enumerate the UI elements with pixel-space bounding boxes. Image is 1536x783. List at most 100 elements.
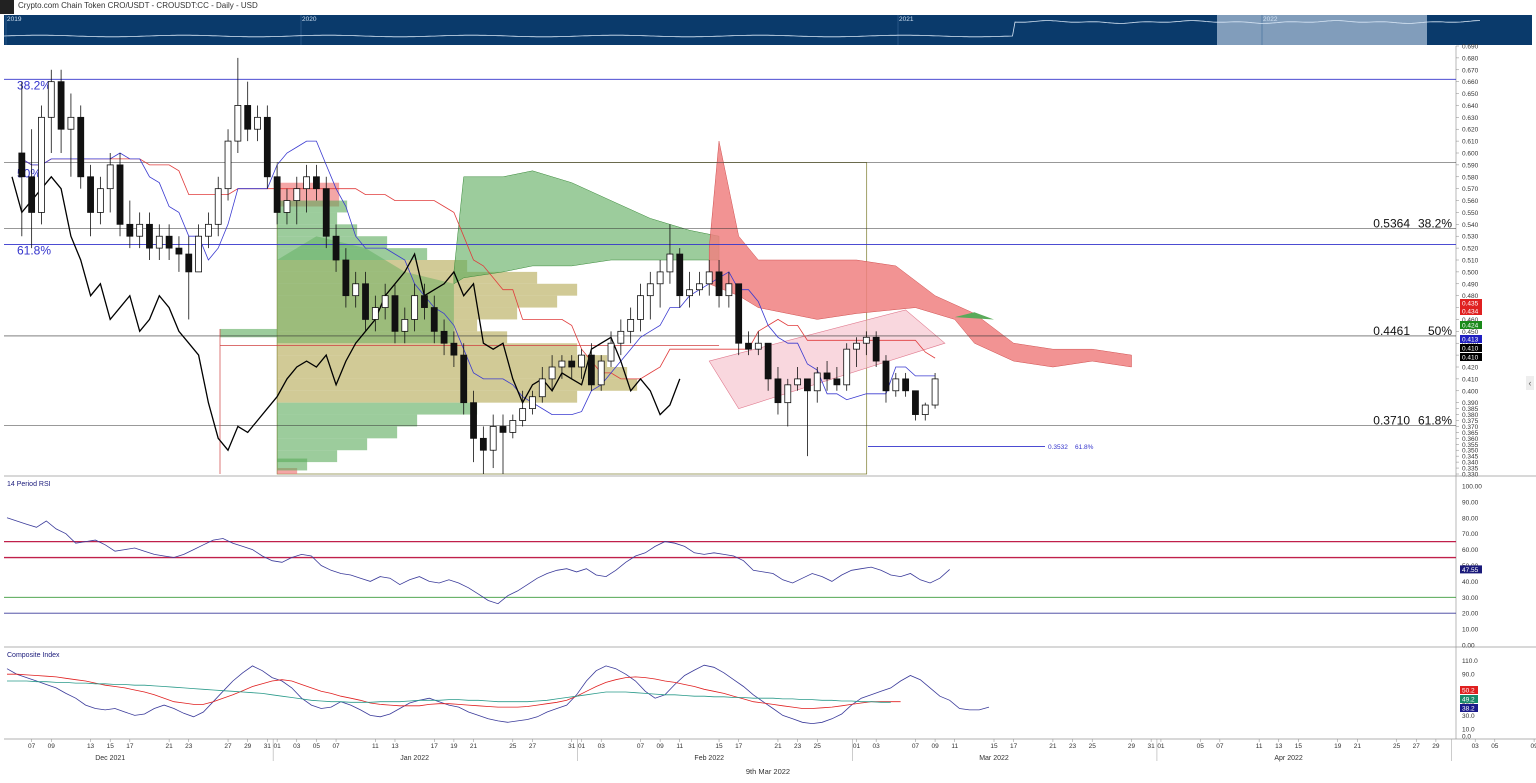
candlestick — [676, 253, 684, 297]
price-axis-tick-label: 0.680 — [1462, 55, 1479, 62]
x-axis-day-label: 17 — [126, 743, 134, 750]
x-axis-day-label: 27 — [1413, 743, 1421, 750]
x-axis-day-label: 29 — [1432, 743, 1440, 750]
fib-level-percent: 61.8% — [1418, 413, 1452, 427]
x-axis-day-label: 21 — [1049, 743, 1057, 750]
candlestick — [489, 426, 497, 451]
composite-value-label: 49.2 — [1462, 697, 1475, 704]
candlestick — [460, 354, 468, 404]
price-tag-label: 0.424 — [1462, 323, 1479, 330]
candlestick — [342, 259, 350, 297]
x-axis-day-label: 05 — [313, 743, 321, 750]
candlestick — [155, 235, 163, 249]
candlestick — [548, 366, 556, 380]
composite-axis-tick-label: 90.0 — [1462, 672, 1475, 679]
volume-profile-bar — [277, 402, 478, 415]
x-axis-day-label: 07 — [1216, 743, 1224, 750]
x-axis-day-label: 11 — [1256, 743, 1263, 750]
candlestick — [843, 348, 851, 386]
x-axis-day-label: 01 — [1157, 743, 1165, 750]
x-axis-day-label: 07 — [332, 743, 340, 750]
candlestick — [735, 283, 743, 344]
x-axis-day-label: 09 — [657, 743, 665, 750]
rsi-axis-tick-label: 70.00 — [1462, 531, 1479, 538]
composite-axis-tick-label: 0.0 — [1462, 734, 1471, 741]
candlestick — [666, 253, 674, 273]
candlestick — [696, 283, 703, 291]
candlestick — [617, 330, 625, 344]
x-axis-month-label: Jan 2022 — [400, 755, 429, 762]
price-axis-tick-label: 0.670 — [1462, 67, 1479, 74]
rsi-axis-tick-label: 20.00 — [1462, 611, 1479, 618]
candlestick — [38, 116, 45, 213]
candlestick — [381, 295, 389, 308]
volume-profile-bar — [277, 224, 358, 237]
x-axis-day-label: 23 — [794, 743, 802, 750]
composite-axis-tick-label: 30.0 — [1462, 713, 1475, 720]
price-axis-tick-label: 0.530 — [1462, 234, 1479, 241]
x-axis-month-label: Mar 2022 — [979, 755, 1009, 762]
rsi-value-label: 47.55 — [1462, 567, 1479, 574]
candlestick — [96, 188, 104, 213]
candlestick — [656, 271, 664, 285]
price-axis-tick-label: 0.690 — [1462, 44, 1479, 51]
candlestick — [440, 330, 448, 344]
x-axis-day-label: 11 — [951, 743, 958, 750]
x-axis-day-label: 29 — [1128, 743, 1136, 750]
x-axis-day-label: 11 — [372, 743, 379, 750]
fib-level-value: 0.4461 — [1373, 324, 1410, 338]
x-axis-day-label: 25 — [814, 743, 822, 750]
candlestick — [204, 223, 212, 237]
collapse-panel-arrow-icon[interactable]: ‹ — [1526, 376, 1534, 390]
x-axis-day-label: 29 — [244, 743, 252, 750]
candlestick — [57, 81, 65, 130]
volume-profile-bar — [277, 367, 628, 379]
candlestick — [745, 342, 752, 350]
navigator-window — [1217, 15, 1427, 45]
price-axis-tick-label: 0.660 — [1462, 79, 1479, 86]
candlestick — [499, 426, 507, 433]
chart-canvas[interactable]: 2019 2020 2021 2022 0.690 0.680 0.670 0.660 0.65… — [0, 0, 1536, 783]
price-axis-tick-label: 0.560 — [1462, 198, 1479, 205]
candlestick — [67, 116, 75, 130]
price-axis-tick-label: 0.510 — [1462, 258, 1479, 265]
candlestick — [823, 372, 831, 380]
candlestick — [234, 105, 242, 142]
candlestick — [224, 140, 232, 190]
candlestick — [146, 223, 153, 249]
candlestick — [313, 176, 320, 190]
candlestick — [273, 176, 281, 213]
candlestick — [303, 176, 311, 190]
candlestick — [509, 420, 517, 433]
candlestick — [421, 295, 428, 308]
candlestick — [578, 354, 585, 368]
rsi-axis-tick-label: 80.00 — [1462, 515, 1479, 522]
brand-logo: Optuma — [1490, 1, 1532, 13]
candlestick — [479, 437, 487, 451]
brand-backdrop — [1480, 15, 1532, 29]
rsi-axis-tick-label: 0.00 — [1462, 643, 1475, 650]
candlestick — [195, 235, 202, 273]
candlestick — [352, 283, 360, 297]
price-axis-tick-label: 0.490 — [1462, 281, 1479, 288]
candlestick — [77, 116, 85, 178]
x-axis-day-label: 21 — [166, 743, 174, 750]
candlestick — [362, 283, 369, 320]
candlestick — [136, 223, 144, 237]
x-axis-day-label: 03 — [873, 743, 881, 750]
candlestick — [254, 116, 261, 130]
candlestick — [18, 152, 26, 178]
price-tag-label: 0.413 — [1462, 337, 1479, 344]
candlestick — [165, 235, 173, 249]
fib-extension-value: 0.3532 — [1048, 444, 1068, 451]
x-axis-day-label: 15 — [990, 743, 998, 750]
price-axis-tick-label: 0.540 — [1462, 222, 1479, 229]
x-axis-day-label: 21 — [1354, 743, 1362, 750]
candlestick — [538, 378, 546, 398]
rsi-axis-tick-label: 90.00 — [1462, 499, 1479, 506]
candlestick — [607, 342, 615, 362]
candlestick — [921, 404, 929, 415]
volume-profile-bar — [277, 458, 308, 471]
candlestick — [214, 188, 222, 225]
navigator-year-label: 2020 — [302, 16, 317, 23]
